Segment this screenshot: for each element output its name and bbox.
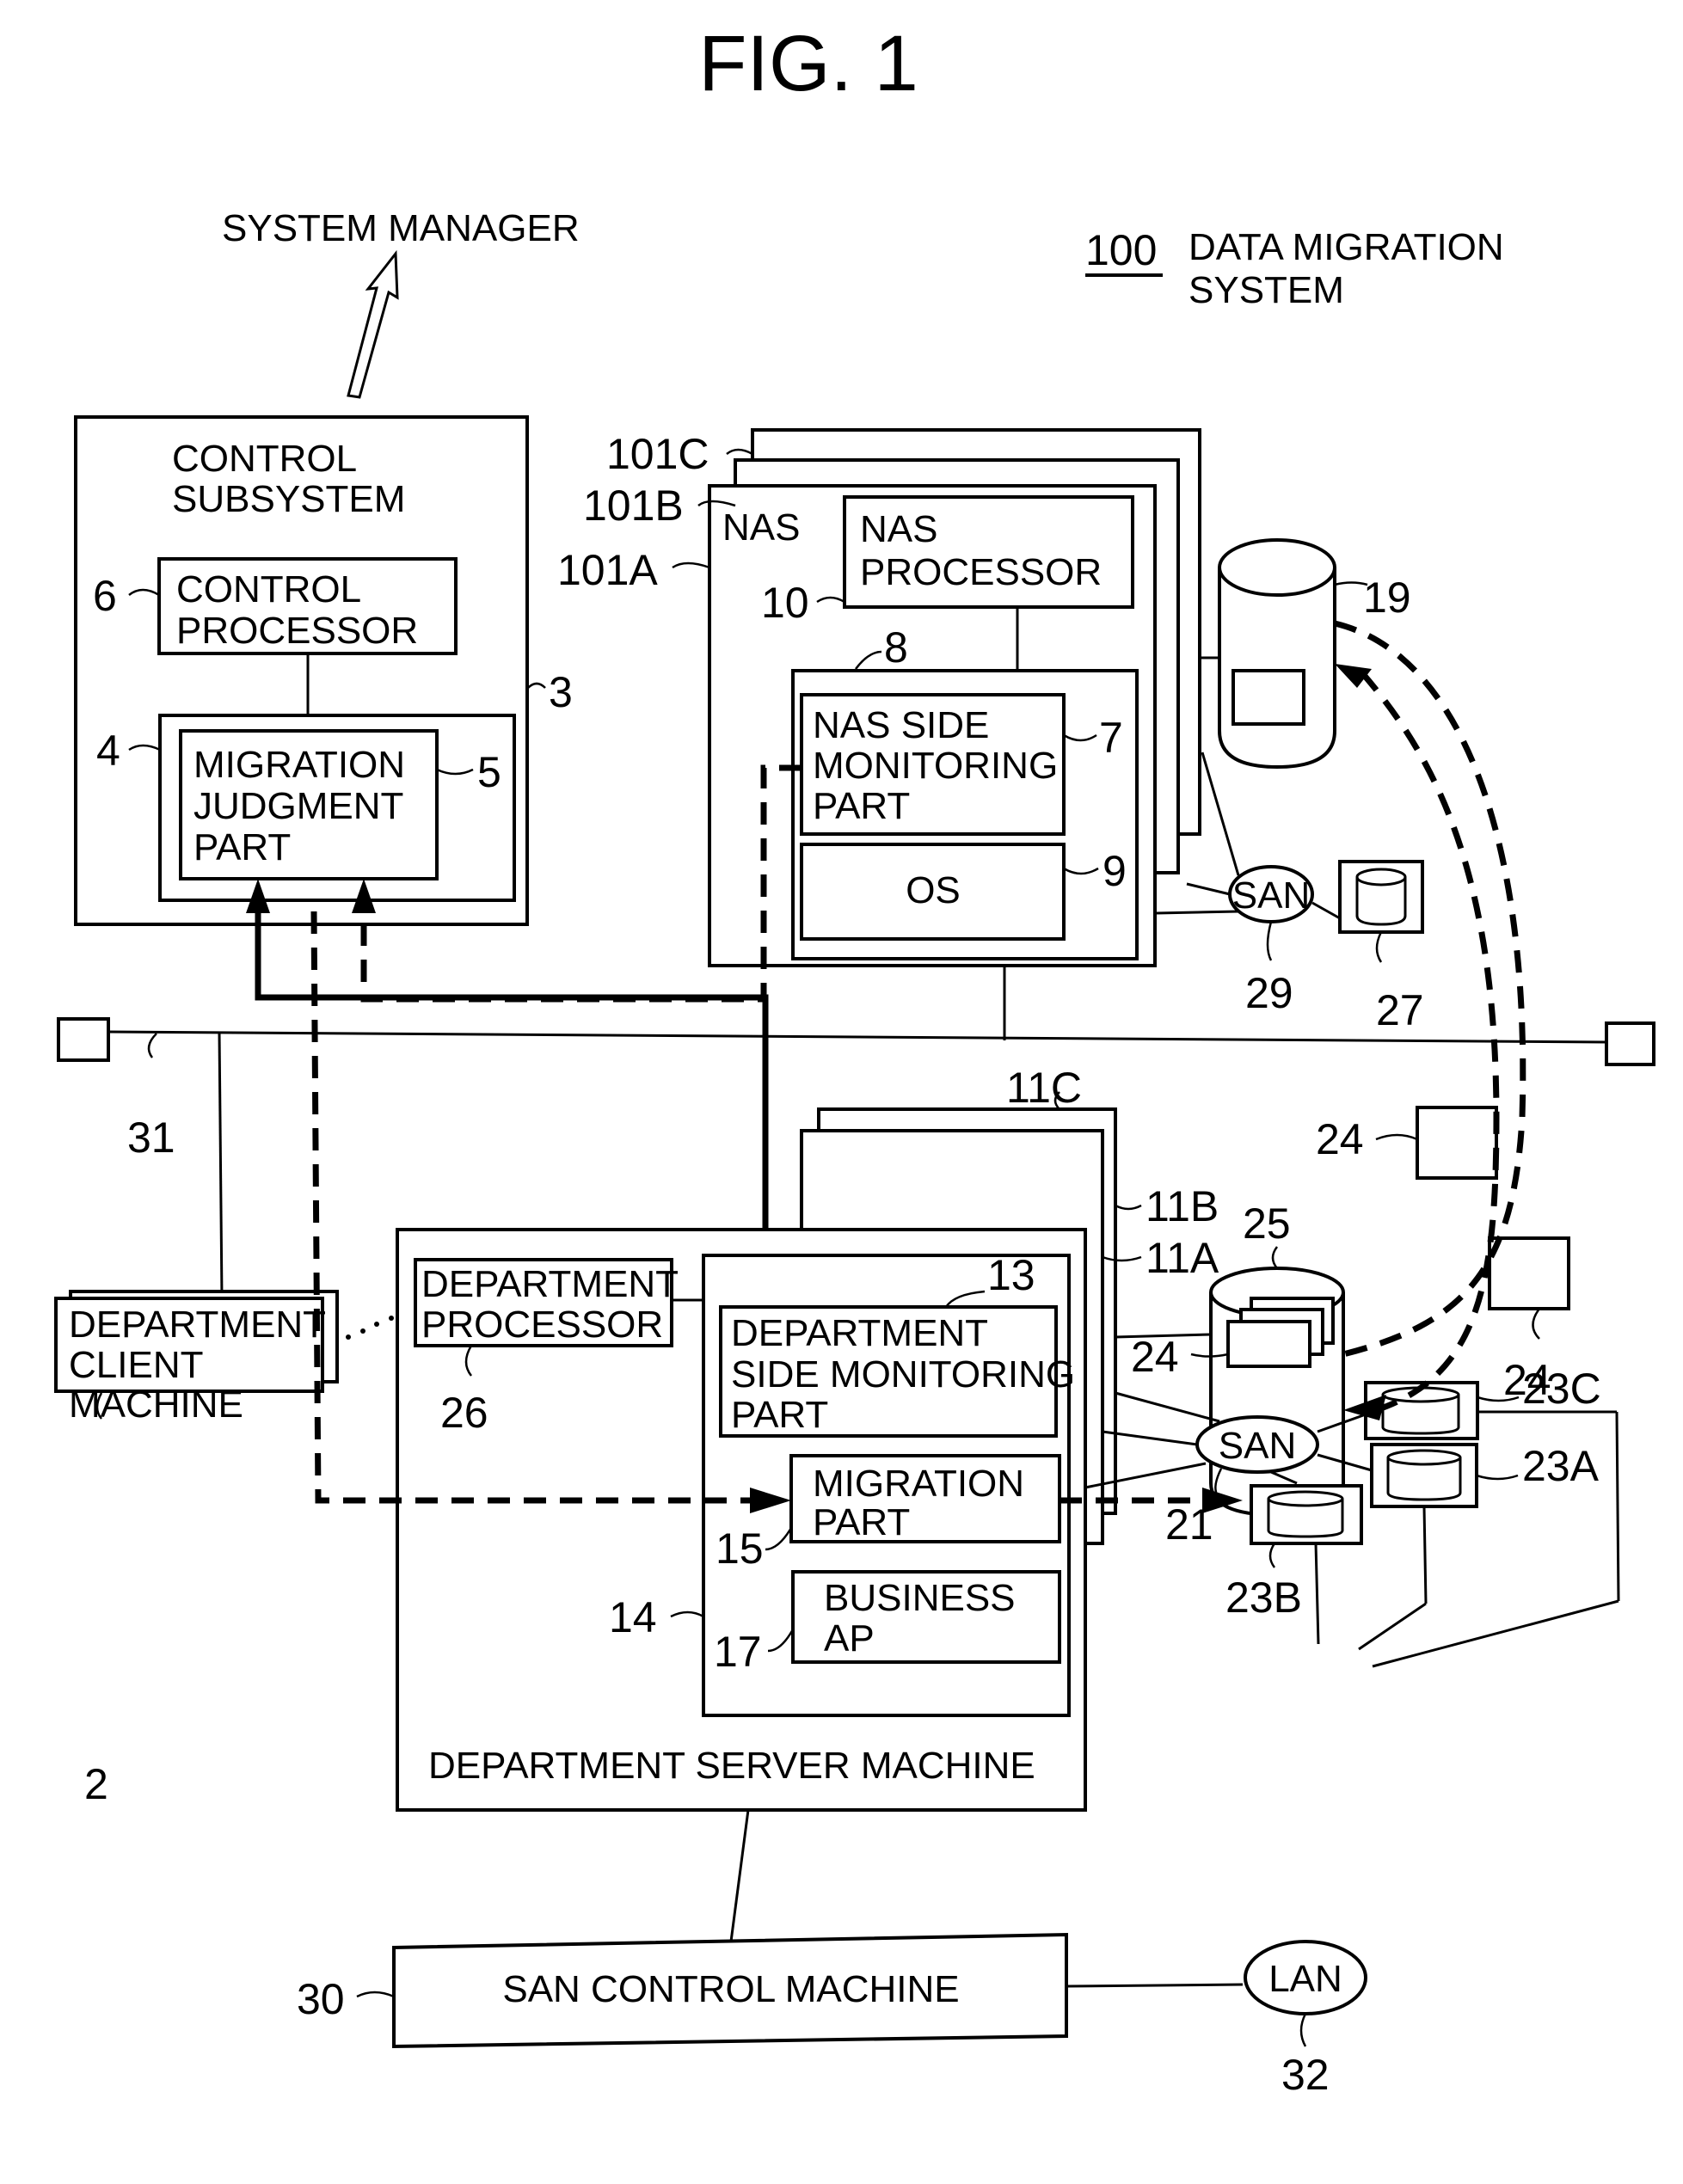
client-line1: DEPARTMENT [69, 1304, 326, 1346]
dept-server-label: DEPARTMENT SERVER MACHINE [428, 1745, 1035, 1787]
nas-monitoring-ref: 7 [1099, 714, 1123, 762]
san-control-machine: SAN CONTROL MACHINE 30 [297, 1932, 1068, 2049]
disk-23c-ref: 23C [1522, 1365, 1601, 1413]
dept-file-ref: 24 [1131, 1333, 1179, 1381]
dept-processor-line2: PROCESSOR [421, 1304, 663, 1346]
nas-ref-101c: 101C [606, 430, 709, 478]
nas-san-ref: 29 [1245, 969, 1293, 1017]
control-processor-ref: 6 [93, 572, 117, 620]
nas-storage-ref: 19 [1363, 574, 1411, 622]
figure-title: FIG. 1 [698, 20, 918, 107]
dept-ref-11b: 11B [1146, 1182, 1219, 1230]
control-processor-line1: CONTROL [176, 568, 361, 610]
nas-stack: 101C 101B 101A NAS NAS PROCESSOR 10 8 NA… [557, 428, 1201, 967]
nas-processor-ref: 10 [761, 579, 809, 627]
migration-part-line2: PART [813, 1501, 910, 1543]
client-line3: MACHINE [69, 1383, 243, 1426]
nas-ref-101b: 101B [583, 482, 684, 530]
nas-san-29: SAN 29 [1228, 865, 1314, 1017]
client-line2: CLIENT [69, 1344, 203, 1386]
nas-os-label: OS [906, 869, 961, 911]
dept-san-label: SAN [1219, 1425, 1296, 1467]
control-memory-ref: 4 [96, 727, 120, 775]
dept-processor-line1: DEPARTMENT [421, 1263, 679, 1305]
dept-ref-11a: 11A [1146, 1234, 1219, 1282]
arrow-icon [1335, 664, 1372, 688]
control-processor-line2: PROCESSOR [176, 610, 418, 652]
nas-disk-27: 27 [1338, 860, 1424, 1034]
file-24-upper: 24 [1316, 1106, 1498, 1180]
department-client-machine: DEPARTMENT CLIENT MACHINE 2 [54, 1290, 339, 1808]
disk-23a: 23A [1370, 1442, 1600, 1508]
dept-monitoring-ref: 13 [987, 1251, 1035, 1299]
nas-memory-ref: 8 [884, 623, 908, 672]
flow-storage-19-to-25 [1334, 620, 1526, 1358]
data-migration-system-diagram: FIG. 1 SYSTEM MANAGER 100 DATA MIGRATION… [54, 20, 1655, 2099]
nas-monitoring-line1: NAS SIDE [813, 704, 989, 746]
nas-storage-19: 19 [1218, 538, 1411, 770]
dept-monitoring-line2: SIDE MONITORING [731, 1353, 1075, 1396]
dept-processor-ref: 26 [440, 1389, 488, 1437]
migration-part-ref: 15 [716, 1525, 764, 1573]
file-ref-upper: 24 [1316, 1115, 1364, 1163]
dept-storage-ref: 25 [1243, 1199, 1291, 1248]
system-label-line2: SYSTEM [1189, 269, 1344, 311]
dept-monitoring-line3: PART [731, 1394, 828, 1436]
control-subsystem-title-1: CONTROL [172, 438, 357, 480]
lan-label: LAN [1268, 1958, 1342, 2000]
judgment-part-ref: 5 [477, 748, 501, 796]
dept-ref-11c: 11C [1006, 1064, 1082, 1112]
san-control-label: SAN CONTROL MACHINE [502, 1968, 959, 2010]
nas-san-label: SAN [1232, 874, 1310, 917]
judgment-part-line3: PART [193, 826, 291, 868]
system-manager-label: SYSTEM MANAGER [222, 207, 580, 249]
migration-part-line1: MIGRATION [813, 1463, 1024, 1505]
disk-23c: 23C [1364, 1365, 1601, 1440]
lan-32: LAN 32 [1244, 1940, 1367, 2099]
nas-label: NAS [722, 506, 800, 549]
control-subsystem-ref: 3 [549, 668, 573, 716]
nas-monitoring-line2: MONITORING [813, 745, 1058, 787]
lan-ref: 31 [127, 1113, 175, 1162]
nas-ref-101a: 101A [557, 546, 658, 594]
dept-monitoring-line1: DEPARTMENT [731, 1312, 988, 1354]
disk-23a-ref: 23A [1522, 1442, 1600, 1490]
business-ap-line2: AP [824, 1617, 875, 1659]
control-subsystem: CONTROL SUBSYSTEM 3 CONTROL PROCESSOR 6 … [74, 415, 573, 926]
client-ellipsis-icon [346, 1316, 394, 1340]
nas-processor-line1: NAS [860, 508, 937, 550]
nas-os-ref: 9 [1103, 847, 1127, 895]
nas-disk-ref: 27 [1376, 986, 1424, 1034]
control-subsystem-title-2: SUBSYSTEM [172, 478, 405, 520]
disk-23b-ref: 23B [1225, 1574, 1302, 1622]
flow-dept-to-judgment [246, 879, 769, 1230]
lan-ref-32: 32 [1281, 2051, 1330, 2099]
client-ref: 2 [84, 1760, 108, 1808]
system-manager-arrow-icon [347, 249, 399, 399]
system-ref: 100 [1085, 226, 1157, 274]
dept-memory-ref: 14 [609, 1593, 657, 1641]
business-ap-line1: BUSINESS [824, 1577, 1016, 1619]
system-label-line1: DATA MIGRATION [1189, 226, 1504, 268]
nas-processor-line2: PROCESSOR [860, 551, 1102, 593]
san-control-ref: 30 [297, 1975, 345, 2023]
business-ap-ref: 17 [714, 1628, 762, 1676]
department-server-stack: 11C 11B 11A DEPARTMENT SERVER MACHINE DE… [396, 1064, 1219, 1812]
judgment-part-line2: JUDGMENT [193, 785, 403, 827]
nas-monitoring-line3: PART [813, 785, 910, 827]
judgment-part-line1: MIGRATION [193, 744, 405, 786]
